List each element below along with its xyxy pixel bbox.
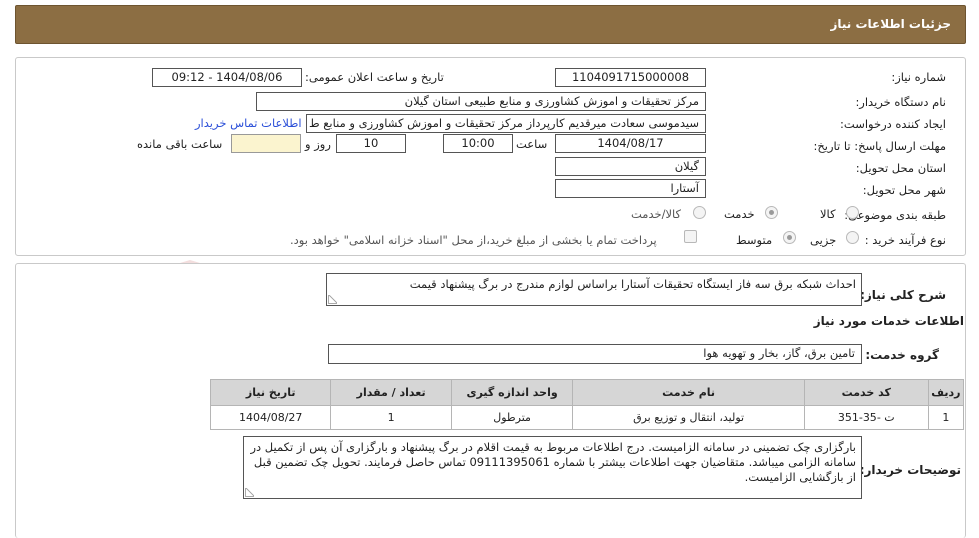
col-header-unit: واحد اندازه گیری xyxy=(450,379,574,406)
buyer-contact-link[interactable]: اطلاعات تماس خریدار xyxy=(195,116,302,130)
cell-unit: مترطول xyxy=(450,405,574,430)
requester-label: ایجاد کننده درخواست: xyxy=(840,117,946,131)
category-option-goods: کالا xyxy=(820,207,836,221)
treasury-payment-checkbox[interactable] xyxy=(684,230,697,243)
cell-need-date: 1404/08/27 xyxy=(209,405,332,430)
remaining-time-field xyxy=(231,134,301,153)
resize-grip-icon[interactable] xyxy=(245,488,254,497)
page-header: جزئیات اطلاعات نیاز xyxy=(15,5,966,44)
category-option-service: خدمت xyxy=(724,207,755,221)
purchase-option-minor: جزیی xyxy=(810,233,837,247)
summary-textarea[interactable]: احداث شبکه برق سه فاز ایستگاه تحقیقات آس… xyxy=(326,273,862,306)
service-group-field[interactable]: تامین برق، گاز، بخار و تهویه هوا xyxy=(328,344,862,364)
remaining-time-label: ساعت باقی مانده xyxy=(137,137,223,151)
services-info-title: اطلاعات خدمات مورد نیاز xyxy=(813,314,964,328)
deadline-time-label: ساعت xyxy=(516,137,548,151)
purchase-radio-minor[interactable] xyxy=(846,231,859,244)
col-header-quantity: تعداد / مقدار xyxy=(330,379,452,406)
deadline-days-field[interactable]: 10 xyxy=(336,134,406,153)
buyer-notes-label: توضیحات خریدار: xyxy=(859,463,961,477)
table-header-row: ردیف کد خدمت نام خدمت واحد اندازه گیری ت… xyxy=(209,379,965,406)
buyer-org-label: نام دستگاه خریدار: xyxy=(855,95,946,109)
buyer-notes-textarea[interactable]: بارگزاری چک تضمینی در سامانه الزامیست. د… xyxy=(243,436,862,499)
category-radio-service[interactable] xyxy=(765,206,778,219)
cell-quantity: 1 xyxy=(330,405,452,430)
deadline-time-field[interactable]: 10:00 xyxy=(443,134,513,153)
service-group-label: گروه خدمت: xyxy=(865,348,939,362)
announce-datetime-field[interactable]: 1404/08/06 - 09:12 xyxy=(152,68,302,87)
col-header-service-code: کد خدمت xyxy=(803,379,929,406)
col-header-need-date: تاریخ نیاز xyxy=(209,379,332,406)
treasury-payment-note: پرداخت تمام یا بخشی از مبلغ خرید،از محل … xyxy=(290,233,657,247)
city-field[interactable]: آستارا xyxy=(555,179,706,198)
cell-service-name: تولید، انتقال و توزیع برق xyxy=(572,405,805,430)
need-number-field[interactable]: 1104091715000008 xyxy=(555,68,706,87)
category-radio-goods-service[interactable] xyxy=(693,206,706,219)
deadline-label: مهلت ارسال پاسخ: تا تاریخ: xyxy=(813,139,946,153)
buyer-org-field[interactable]: مرکز تحقیقات و اموزش کشاورزی و منابع طبی… xyxy=(256,92,706,111)
summary-label: شرح کلی نیاز: xyxy=(860,288,946,302)
col-header-row-number: ردیف xyxy=(927,379,965,406)
col-header-service-name: نام خدمت xyxy=(572,379,805,406)
province-label: استان محل تحویل: xyxy=(855,161,946,175)
category-option-goods-service: کالا/خدمت xyxy=(631,207,682,221)
resize-grip-icon[interactable] xyxy=(328,295,337,304)
deadline-date-field[interactable]: 1404/08/17 xyxy=(555,134,706,153)
need-number-label: شماره نیاز: xyxy=(891,70,946,84)
purchase-radio-medium[interactable] xyxy=(783,231,796,244)
requester-field[interactable]: سیدموسی سعادت میرقدیم کارپرداز مرکز تحقی… xyxy=(306,114,706,133)
city-label: شهر محل تحویل: xyxy=(862,183,946,197)
services-table: ردیف کد خدمت نام خدمت واحد اندازه گیری ت… xyxy=(209,379,965,430)
announce-datetime-label: تاریخ و ساعت اعلان عمومی: xyxy=(305,70,444,84)
days-label: روز و xyxy=(305,137,331,151)
purchase-option-medium: متوسط xyxy=(736,233,773,247)
page-title: جزئیات اطلاعات نیاز xyxy=(830,17,951,31)
category-label: طبقه بندی موضوعی: xyxy=(844,208,946,222)
cell-service-code: ت -35-351 xyxy=(803,405,929,430)
province-field[interactable]: گیلان xyxy=(555,157,706,176)
table-row: 1 ت -35-351 تولید، انتقال و توزیع برق مت… xyxy=(209,405,965,430)
purchase-type-label: نوع فرآیند خرید : xyxy=(864,233,946,247)
summary-text: احداث شبکه برق سه فاز ایستگاه تحقیقات آس… xyxy=(409,277,856,291)
category-radio-goods[interactable] xyxy=(846,206,859,219)
buyer-notes-text: بارگزاری چک تضمینی در سامانه الزامیست. د… xyxy=(250,440,856,484)
cell-row-number: 1 xyxy=(927,405,965,430)
